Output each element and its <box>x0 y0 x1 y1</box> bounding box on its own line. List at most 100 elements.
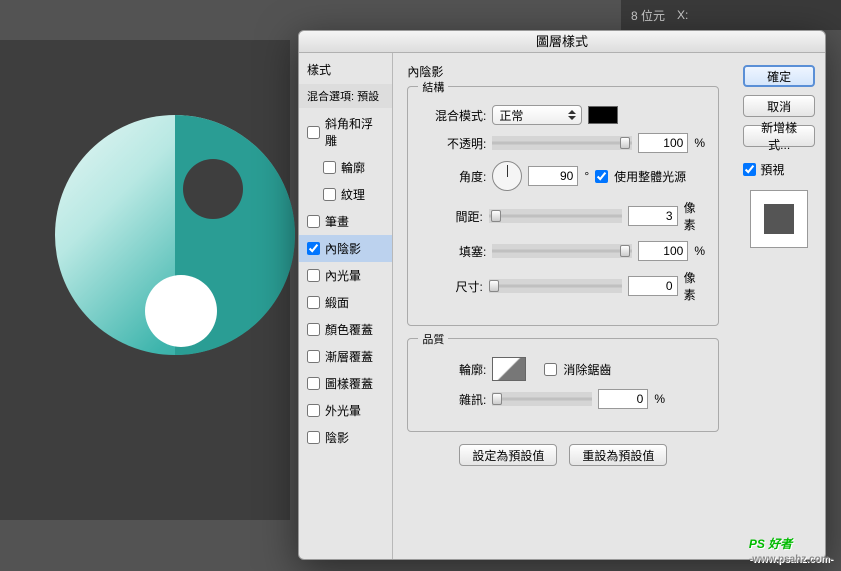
choke-input[interactable] <box>638 241 688 261</box>
distance-unit: 像素 <box>684 199 707 233</box>
style-color-overlay[interactable]: 顏色覆蓋 <box>299 316 392 343</box>
ok-button[interactable]: 確定 <box>743 65 815 87</box>
contour-label: 輪廓: <box>420 361 486 378</box>
opacity-slider[interactable] <box>492 136 632 150</box>
style-inner-glow[interactable]: 內光暈 <box>299 262 392 289</box>
global-light-check[interactable] <box>595 170 608 183</box>
quality-fieldset: 品質 輪廓: 消除鋸齒 雜訊: % <box>407 338 719 432</box>
make-default-button[interactable]: 設定為預設值 <box>459 444 557 466</box>
choke-thumb[interactable] <box>620 245 630 257</box>
structure-legend: 結構 <box>418 79 448 95</box>
blend-mode-label: 混合模式: <box>420 107 486 124</box>
style-stroke-check[interactable] <box>307 215 320 228</box>
style-outer-glow-check[interactable] <box>307 404 320 417</box>
style-satin[interactable]: 緞面 <box>299 289 392 316</box>
style-stroke-label: 筆畫 <box>325 213 349 230</box>
style-inner-glow-label: 內光暈 <box>325 267 361 284</box>
styles-header[interactable]: 樣式 <box>299 57 392 82</box>
style-color-overlay-label: 顏色覆蓋 <box>325 321 373 338</box>
style-inner-shadow-check[interactable] <box>307 242 320 255</box>
style-satin-label: 緞面 <box>325 294 349 311</box>
artwork-circle <box>55 115 295 355</box>
size-slider[interactable] <box>489 279 622 293</box>
watermark-brand: PS 好者 <box>749 537 792 551</box>
style-outer-glow-label: 外光暈 <box>325 402 361 419</box>
style-outer-glow[interactable]: 外光暈 <box>299 397 392 424</box>
blend-mode-value: 正常 <box>499 107 523 124</box>
style-texture[interactable]: 紋理 <box>299 181 392 208</box>
antialias-check[interactable] <box>544 363 557 376</box>
style-bevel-check[interactable] <box>307 126 320 139</box>
distance-slider[interactable] <box>489 209 622 223</box>
noise-thumb[interactable] <box>492 393 502 405</box>
panel-title: 內陰影 <box>407 63 719 80</box>
blend-options-header[interactable]: 混合選項: 預設 <box>299 84 392 108</box>
style-gradient-overlay-check[interactable] <box>307 350 320 363</box>
style-drop-shadow-check[interactable] <box>307 431 320 444</box>
angle-unit: ° <box>584 169 589 183</box>
style-bevel[interactable]: 斜角和浮雕 <box>299 110 392 154</box>
size-thumb[interactable] <box>489 280 499 292</box>
global-light-label: 使用整體光源 <box>614 168 686 185</box>
contour-picker[interactable] <box>492 357 526 381</box>
size-input[interactable] <box>628 276 678 296</box>
style-pattern-overlay-label: 圖樣覆蓋 <box>325 375 373 392</box>
style-pattern-overlay[interactable]: 圖樣覆蓋 <box>299 370 392 397</box>
structure-fieldset: 結構 混合模式: 正常 不透明: % 角度: ° <box>407 86 719 326</box>
style-stroke[interactable]: 筆畫 <box>299 208 392 235</box>
style-gradient-overlay-label: 漸層覆蓋 <box>325 348 373 365</box>
style-contour[interactable]: 輪廓 <box>299 154 392 181</box>
style-drop-shadow[interactable]: 陰影 <box>299 424 392 451</box>
style-texture-label: 紋理 <box>341 186 365 203</box>
style-satin-check[interactable] <box>307 296 320 309</box>
style-pattern-overlay-check[interactable] <box>307 377 320 390</box>
style-bevel-label: 斜角和浮雕 <box>325 115 384 149</box>
distance-thumb[interactable] <box>491 210 501 222</box>
noise-label: 雜訊: <box>420 391 486 408</box>
cancel-button[interactable]: 取消 <box>743 95 815 117</box>
style-gradient-overlay[interactable]: 漸層覆蓋 <box>299 343 392 370</box>
app-top-strip: 8 位元 X: <box>621 0 841 30</box>
artwork-notch <box>183 159 243 219</box>
preview-box <box>750 190 808 248</box>
noise-unit: % <box>654 392 665 406</box>
choke-slider[interactable] <box>492 244 632 258</box>
style-color-overlay-check[interactable] <box>307 323 320 336</box>
dialog-title: 圖層樣式 <box>299 31 825 53</box>
style-inner-shadow-label: 內陰影 <box>325 240 361 257</box>
opacity-thumb[interactable] <box>620 137 630 149</box>
preview-label: 預視 <box>760 161 784 178</box>
noise-input[interactable] <box>598 389 648 409</box>
opacity-input[interactable] <box>638 133 688 153</box>
style-contour-check[interactable] <box>323 161 336 174</box>
angle-dial[interactable] <box>492 161 522 191</box>
watermark-url: -www.psahz.com- <box>749 554 833 565</box>
bit-depth-label: 8 位元 <box>631 7 665 24</box>
size-unit: 像素 <box>684 269 707 303</box>
opacity-unit: % <box>694 136 705 150</box>
opacity-label: 不透明: <box>420 135 486 152</box>
new-style-button[interactable]: 新增樣式... <box>743 125 815 147</box>
choke-label: 填塞: <box>420 243 486 260</box>
watermark: PS 好者 -www.psahz.com- <box>749 531 833 565</box>
artwork-white-dot <box>145 275 217 347</box>
angle-label: 角度: <box>420 168 486 185</box>
noise-slider[interactable] <box>492 392 592 406</box>
style-texture-check[interactable] <box>323 188 336 201</box>
preview-check[interactable] <box>743 163 756 176</box>
action-column: 確定 取消 新增樣式... 預視 <box>733 53 825 559</box>
x-coord-label: X: <box>677 8 688 22</box>
style-inner-shadow[interactable]: 內陰影 <box>299 235 392 262</box>
distance-input[interactable] <box>628 206 678 226</box>
antialias-label: 消除鋸齒 <box>563 361 611 378</box>
style-inner-glow-check[interactable] <box>307 269 320 282</box>
style-contour-label: 輪廓 <box>341 159 365 176</box>
preview-swatch <box>764 204 794 234</box>
blend-mode-select[interactable]: 正常 <box>492 105 582 125</box>
settings-panel: 內陰影 結構 混合模式: 正常 不透明: % 角度: <box>393 53 733 559</box>
color-swatch[interactable] <box>588 106 618 124</box>
distance-label: 間距: <box>420 208 483 225</box>
quality-legend: 品質 <box>418 331 448 347</box>
angle-input[interactable] <box>528 166 578 186</box>
reset-default-button[interactable]: 重設為預設值 <box>569 444 667 466</box>
